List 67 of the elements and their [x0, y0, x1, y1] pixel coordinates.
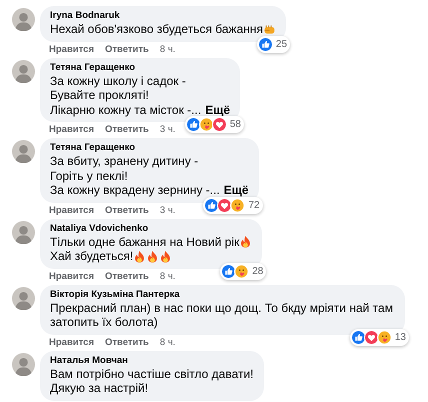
- author-name[interactable]: Тетяна Геращенко: [50, 62, 230, 74]
- see-more-link[interactable]: Ещё: [205, 102, 230, 117]
- like-icon: [221, 264, 236, 278]
- fire-icon: [146, 250, 160, 263]
- reaction-count: 72: [248, 200, 260, 210]
- comment-text: Лікарню кожну та місток -...: [50, 102, 202, 117]
- like-button[interactable]: Нравится: [49, 336, 94, 348]
- like-button[interactable]: Нравится: [49, 124, 94, 136]
- reply-button[interactable]: Ответить: [104, 124, 149, 136]
- avatar[interactable]: [12, 8, 35, 31]
- comment-text: Хай збудеться!: [50, 249, 134, 264]
- timestamp: 8 ч.: [160, 270, 176, 282]
- author-name[interactable]: Nataliya Vdovichenko: [50, 222, 252, 234]
- avatar[interactable]: [12, 286, 35, 310]
- heart-icon: [212, 117, 227, 132]
- comment-text: Нехай обов'язково збудеться бажання: [50, 22, 264, 36]
- comment-text: Бувайте прокляті!: [50, 88, 149, 102]
- reactions-badge[interactable]: 72: [203, 196, 263, 214]
- comment-text: Тільки одне бажання на Новий рік: [50, 234, 240, 249]
- like-icon: [204, 198, 220, 212]
- hugging-face-icon: [376, 330, 392, 344]
- reactions-badge[interactable]: 13: [350, 328, 409, 346]
- comment-text: За кожну школу і садок -: [50, 74, 186, 88]
- avatar[interactable]: [12, 352, 35, 376]
- fire-icon: [133, 250, 146, 263]
- reaction-count: 13: [394, 332, 406, 342]
- reaction-count: 25: [276, 38, 288, 50]
- reaction-count: 58: [230, 119, 241, 130]
- like-icon: [186, 117, 201, 132]
- like-button[interactable]: Нравится: [49, 204, 94, 216]
- avatar[interactable]: [12, 140, 35, 163]
- heart-icon: [217, 198, 232, 212]
- timestamp: 3 ч.: [160, 204, 176, 216]
- comment-text: За вбиту, зранену дитину -: [50, 154, 198, 168]
- author-name[interactable]: Iryna Bodnaruk: [50, 10, 276, 22]
- like-button[interactable]: Нравится: [49, 270, 94, 282]
- comment-text: Горіть у пеклі!: [50, 168, 128, 183]
- like-button[interactable]: Нравится: [49, 44, 94, 56]
- author-name[interactable]: Вікторія Кузьміна Пантерка: [50, 288, 395, 300]
- comment-text: Прекрасний план) в нас поки що дощ. То бкду мріяти най там затопить їх болота): [50, 300, 394, 330]
- fire-icon: [239, 235, 252, 248]
- see-more-link[interactable]: Ещё: [224, 183, 249, 198]
- reactions-badge[interactable]: 28: [220, 262, 266, 280]
- reply-button[interactable]: Ответить: [104, 204, 149, 216]
- timestamp: 3 ч.: [160, 124, 176, 136]
- timestamp: 8 ч.: [160, 44, 176, 56]
- author-name[interactable]: Тетяна Геращенко: [50, 142, 249, 154]
- fire-icon: [159, 250, 172, 263]
- like-icon: [350, 330, 366, 344]
- hugging-face-icon: [234, 264, 250, 278]
- avatar[interactable]: [12, 60, 35, 82]
- comment-text: Дякую за настрій!: [50, 381, 148, 396]
- heart-icon: [364, 330, 379, 344]
- reply-button[interactable]: Ответить: [104, 336, 149, 348]
- hugging-face-icon: [230, 198, 246, 212]
- comment-text: За кожну вкрадену зернину -...: [50, 183, 220, 198]
- reactions-badge[interactable]: 58: [184, 116, 244, 133]
- like-icon: [258, 36, 273, 52]
- timestamp: 8 ч.: [160, 336, 176, 348]
- reaction-count: 28: [252, 266, 264, 276]
- reply-button[interactable]: Ответить: [104, 270, 149, 282]
- hugging-face-icon: [198, 117, 214, 132]
- comment-text: Вам потрібно частіше світло давати!: [50, 366, 254, 381]
- reactions-badge[interactable]: 25: [256, 36, 290, 52]
- reply-button[interactable]: Ответить: [104, 44, 149, 56]
- avatar[interactable]: [12, 220, 35, 244]
- author-name[interactable]: Наталья Мовчан: [50, 354, 254, 366]
